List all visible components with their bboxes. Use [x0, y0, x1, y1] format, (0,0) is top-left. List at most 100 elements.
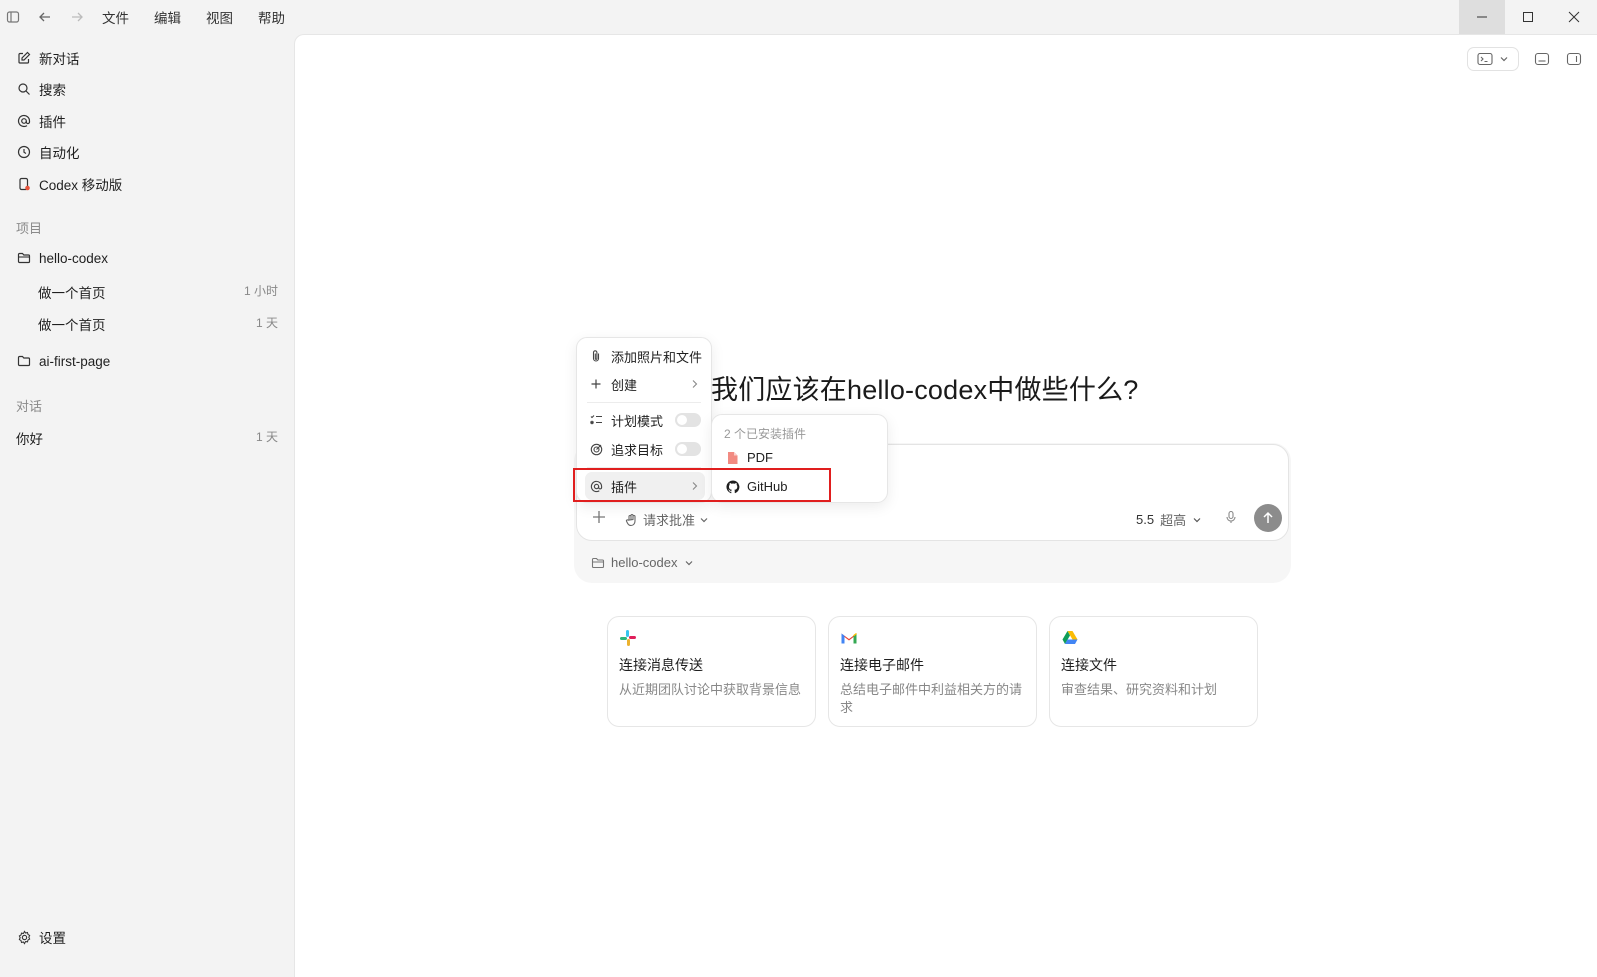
chat-item[interactable]: 你好 1 天	[16, 428, 278, 448]
thread-title: 做一个首页	[38, 286, 106, 301]
clock-icon	[16, 144, 32, 160]
plan-mode-toggle[interactable]	[675, 413, 701, 427]
approval-mode-dropdown[interactable]: 请求批准	[625, 510, 709, 529]
terminal-icon	[1477, 52, 1493, 66]
connect-files-card[interactable]: 连接文件 审查结果、研究资料和计划	[1049, 616, 1258, 727]
chevron-down-icon	[1192, 515, 1202, 525]
checklist-icon	[589, 413, 603, 427]
chevron-down-icon	[699, 515, 709, 525]
send-button[interactable]	[1254, 504, 1282, 532]
card-description: 总结电子邮件中利益相关方的请求	[840, 682, 1023, 715]
connect-messaging-card[interactable]: 连接消息传送 从近期团队讨论中获取背景信息	[607, 616, 816, 727]
gmail-icon	[840, 629, 858, 647]
window-controls	[1459, 0, 1597, 34]
chevron-right-icon	[691, 379, 699, 389]
chat-title: 你好	[16, 432, 43, 447]
thread-title: 做一个首页	[38, 318, 106, 333]
card-title: 连接消息传送	[619, 657, 703, 673]
menu-item-label: 创建	[611, 377, 638, 393]
edit-icon	[16, 50, 32, 66]
top-toolbar	[1467, 47, 1597, 71]
gear-icon	[16, 929, 32, 945]
sidebar-item-search[interactable]: 搜索	[16, 78, 66, 100]
menu-view[interactable]: 视图	[206, 7, 233, 27]
target-icon	[589, 442, 603, 456]
maximize-button[interactable]	[1505, 0, 1551, 34]
project-name: hello-codex	[39, 250, 109, 266]
sidebar-item-new-chat[interactable]: 新对话	[16, 47, 80, 69]
folder-icon	[16, 250, 32, 266]
sidebar-item-automation[interactable]: 自动化	[16, 141, 80, 163]
close-button[interactable]	[1551, 0, 1597, 34]
menu-bar: 文件 编辑 视图 帮助	[102, 7, 310, 27]
thread-time: 1 小时	[243, 284, 278, 298]
card-title: 连接文件	[1061, 657, 1117, 673]
sidebar-item-plugins[interactable]: 插件	[16, 110, 66, 132]
main-panel: 我们应该在hello-codex中做些什么? 请求批准 5.5 超高 hello…	[294, 34, 1597, 977]
project-selector-label: hello-codex	[611, 555, 678, 570]
menu-item-create[interactable]: 创建	[585, 372, 705, 396]
menu-edit[interactable]: 编辑	[154, 7, 181, 27]
plugin-label: PDF	[747, 450, 773, 465]
plus-icon	[589, 377, 603, 391]
card-description: 审查结果、研究资料和计划	[1061, 682, 1218, 697]
paperclip-icon	[589, 349, 603, 363]
forward-arrow-icon[interactable]	[66, 6, 88, 28]
annotation-highlight-box	[573, 468, 831, 502]
submenu-header: 2 个已安装插件	[724, 427, 807, 441]
menu-item-plan-mode[interactable]: 计划模式	[585, 408, 705, 432]
chevron-down-icon	[1499, 54, 1509, 64]
sidebar-item-label: 自动化	[39, 146, 80, 161]
project-name: ai-first-page	[39, 353, 111, 369]
project-ai-first-page[interactable]: ai-first-page	[16, 350, 110, 372]
project-selector[interactable]: hello-codex	[591, 555, 694, 570]
approval-label: 请求批准	[643, 513, 696, 528]
folder-icon	[591, 556, 605, 570]
sidebar-item-label: 插件	[39, 115, 66, 130]
minimize-button[interactable]	[1459, 0, 1505, 34]
at-icon	[16, 113, 32, 129]
sidebar-item-label: 新对话	[39, 52, 80, 67]
environment-dropdown[interactable]	[1467, 47, 1519, 71]
settings-button[interactable]: 设置	[16, 926, 66, 948]
folder-icon	[16, 353, 32, 369]
goal-toggle[interactable]	[675, 442, 701, 456]
bottom-panel-icon[interactable]	[1533, 50, 1551, 68]
menu-item-label: 追求目标	[611, 442, 664, 458]
thread-item[interactable]: 做一个首页 1 天	[38, 314, 278, 334]
model-version: 5.5	[1136, 512, 1155, 527]
thread-item[interactable]: 做一个首页 1 小时	[38, 282, 278, 302]
plugin-item-pdf[interactable]: PDF	[726, 450, 773, 465]
chevron-down-icon	[684, 558, 694, 568]
connect-email-card[interactable]: 连接电子邮件 总结电子邮件中利益相关方的请求	[828, 616, 1037, 727]
slack-icon	[619, 629, 637, 647]
projects-section-label: 项目	[16, 221, 43, 236]
menu-item-add-files[interactable]: 添加照片和文件	[585, 344, 705, 368]
menu-item-label: 添加照片和文件	[611, 349, 703, 365]
project-hello-codex[interactable]: hello-codex	[16, 247, 108, 269]
chat-time: 1 天	[255, 430, 278, 444]
title-bar: 文件 编辑 视图 帮助	[0, 0, 1597, 34]
menu-file[interactable]: 文件	[102, 7, 129, 27]
sidebar-item-label: Codex 移动版	[39, 178, 123, 193]
back-arrow-icon[interactable]	[34, 6, 56, 28]
menu-item-label: 计划模式	[611, 413, 664, 429]
microphone-icon[interactable]	[1224, 510, 1238, 524]
sidebar-item-mobile[interactable]: Codex 移动版	[16, 173, 122, 195]
chats-section-label: 对话	[16, 399, 43, 414]
sidebar: 新对话 搜索 插件 自动化 Codex 移动版 项目 hello-codex 做…	[0, 34, 294, 977]
menu-divider	[587, 402, 701, 403]
model-selector[interactable]: 5.5 超高	[1136, 510, 1202, 529]
model-quality: 超高	[1160, 513, 1187, 528]
menu-help[interactable]: 帮助	[258, 7, 285, 27]
menu-item-goal[interactable]: 追求目标	[585, 437, 705, 461]
sidebar-toggle-icon[interactable]	[2, 6, 24, 28]
add-attachment-button[interactable]	[591, 509, 607, 525]
drive-icon	[1061, 629, 1079, 647]
arrow-up-icon	[1261, 511, 1275, 525]
card-title: 连接电子邮件	[840, 657, 924, 673]
side-panel-icon[interactable]	[1565, 50, 1583, 68]
hand-icon	[625, 513, 639, 527]
settings-label: 设置	[39, 931, 66, 946]
phone-icon	[16, 176, 32, 192]
